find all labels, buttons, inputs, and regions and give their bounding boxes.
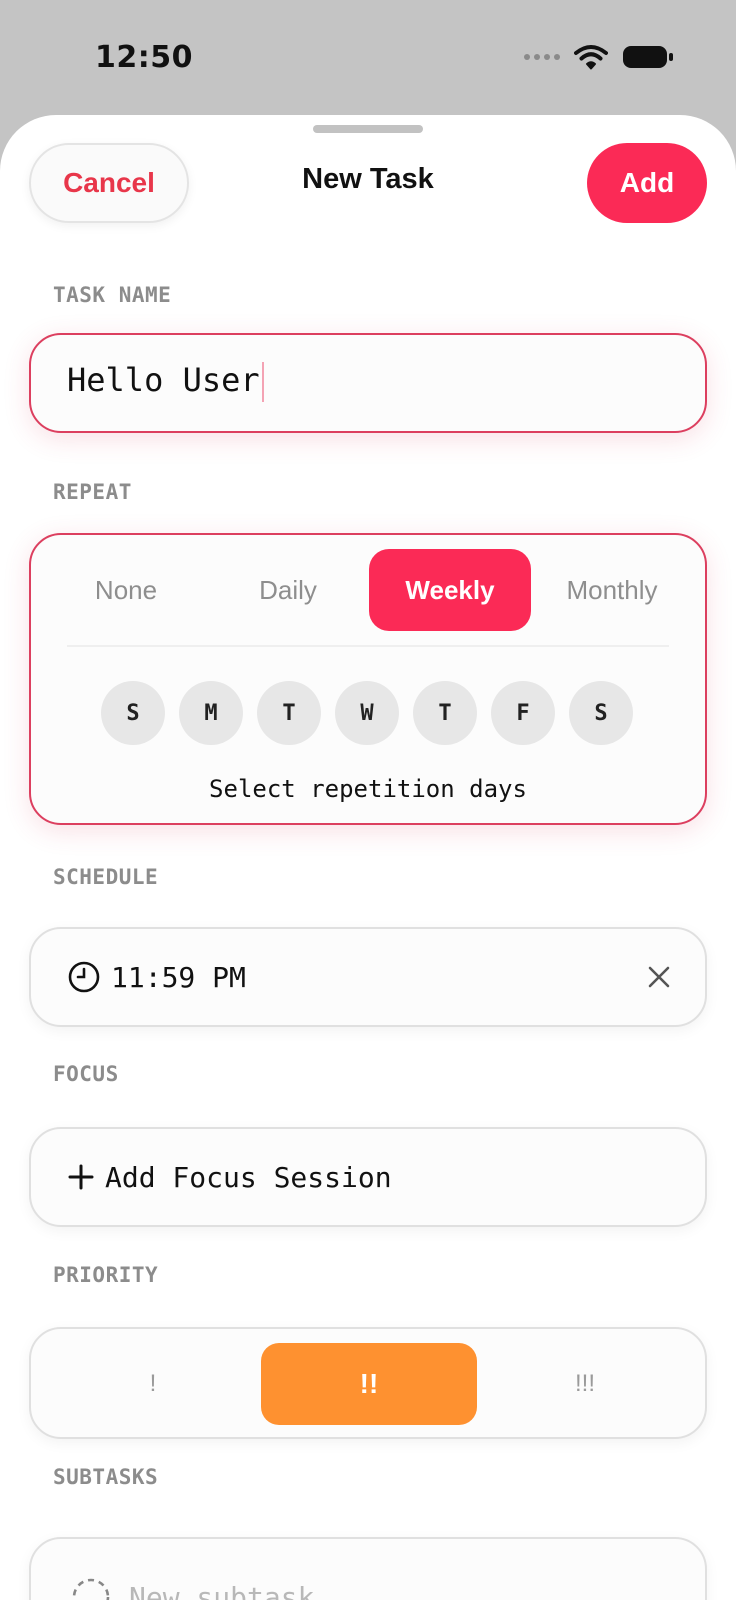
add-button[interactable]: Add <box>587 143 707 223</box>
day-monday[interactable]: M <box>179 681 243 745</box>
status-bar: 12:50 <box>0 0 736 115</box>
repeat-segmented-control: None Daily Weekly Monthly <box>45 549 693 631</box>
weekday-picker: S M T W T F S <box>101 681 633 745</box>
repeat-label: REPEAT <box>53 480 132 504</box>
priority-high[interactable]: !!! <box>477 1343 693 1425</box>
new-subtask-row <box>71 1577 529 1600</box>
task-name-input[interactable]: Hello User <box>67 361 647 402</box>
repetition-hint: Select repetition days <box>209 775 527 803</box>
subtasks-label: SUBTASKS <box>53 1465 159 1489</box>
repeat-card: None Daily Weekly Monthly S M T W T F S … <box>29 533 707 825</box>
repeat-option-weekly[interactable]: Weekly <box>369 549 531 631</box>
repeat-option-none[interactable]: None <box>45 549 207 631</box>
repeat-option-monthly[interactable]: Monthly <box>531 549 693 631</box>
day-wednesday[interactable]: W <box>335 681 399 745</box>
task-name-field[interactable]: Hello User <box>29 333 707 433</box>
focus-label: FOCUS <box>53 1062 119 1086</box>
new-subtask-input[interactable] <box>129 1580 529 1600</box>
day-tuesday[interactable]: T <box>257 681 321 745</box>
sheet-grabber[interactable] <box>313 125 423 133</box>
new-task-sheet: Cancel New Task Add TASK NAME Hello User… <box>0 115 736 1600</box>
repeat-option-daily[interactable]: Daily <box>207 549 369 631</box>
day-sunday[interactable]: S <box>101 681 165 745</box>
priority-card: ! !! !!! <box>29 1327 707 1439</box>
priority-label: PRIORITY <box>53 1263 159 1287</box>
schedule-label: SCHEDULE <box>53 865 159 889</box>
add-focus-session-label: Add Focus Session <box>105 1160 392 1194</box>
battery-icon <box>623 46 673 68</box>
text-caret <box>261 362 264 402</box>
close-icon <box>648 966 670 988</box>
priority-medium[interactable]: !! <box>261 1343 477 1425</box>
clear-time-button[interactable] <box>647 929 671 1025</box>
plus-icon <box>68 1164 94 1190</box>
wifi-icon <box>574 45 608 70</box>
focus-content: Add Focus Session <box>67 1129 392 1225</box>
priority-low[interactable]: ! <box>45 1343 261 1425</box>
clock-icon <box>68 961 100 993</box>
day-friday[interactable]: F <box>491 681 555 745</box>
day-saturday[interactable]: S <box>569 681 633 745</box>
priority-segmented-control: ! !! !!! <box>45 1343 693 1425</box>
day-thursday[interactable]: T <box>413 681 477 745</box>
dashed-circle-icon <box>72 1578 110 1600</box>
signal-dots-icon <box>524 54 560 60</box>
status-indicators <box>524 44 674 70</box>
divider <box>67 645 669 647</box>
subtasks-card <box>29 1537 707 1600</box>
task-name-label: TASK NAME <box>53 283 172 307</box>
status-time: 12:50 <box>95 40 193 75</box>
task-name-value: Hello User <box>67 361 260 399</box>
schedule-content: 11:59 PM <box>67 929 246 1025</box>
add-focus-session-button[interactable]: Add Focus Session <box>29 1127 707 1227</box>
schedule-time: 11:59 PM <box>111 960 246 994</box>
schedule-field[interactable]: 11:59 PM <box>29 927 707 1027</box>
